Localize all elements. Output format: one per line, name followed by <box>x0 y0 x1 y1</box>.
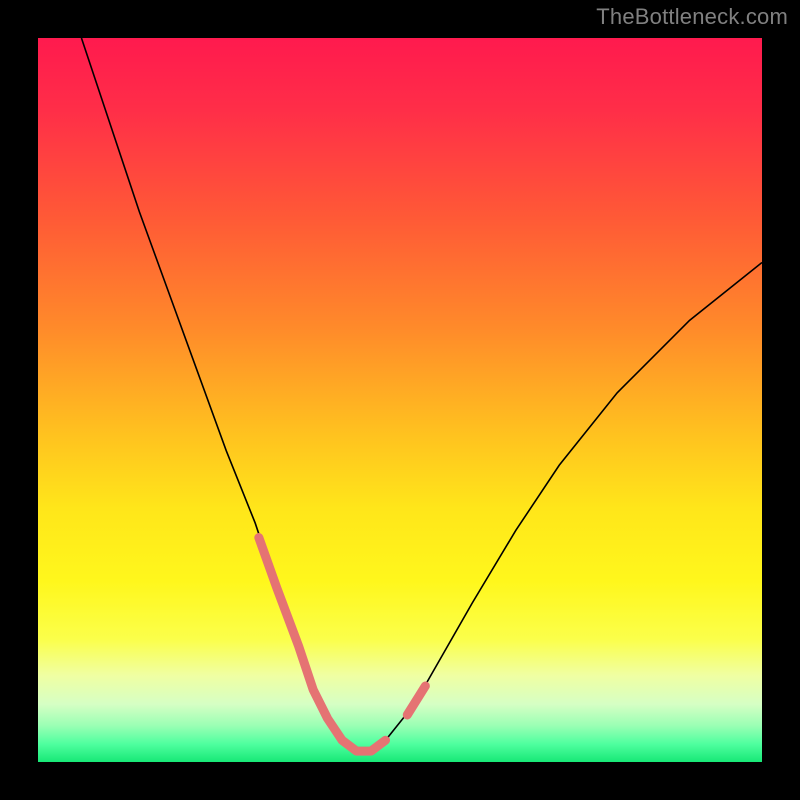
plot-area <box>38 38 762 762</box>
chart-svg <box>38 38 762 762</box>
highlight-segment-1 <box>407 686 425 715</box>
watermark-text: TheBottleneck.com <box>596 4 788 30</box>
bottleneck-curve <box>81 38 762 751</box>
chart-frame: TheBottleneck.com <box>0 0 800 800</box>
highlight-segment-0 <box>259 538 386 752</box>
